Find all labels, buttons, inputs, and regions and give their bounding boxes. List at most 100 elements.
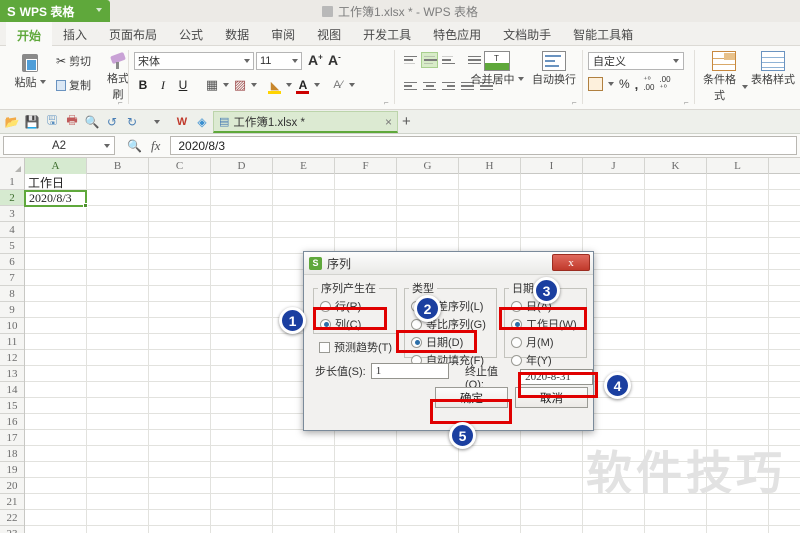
row-header-19[interactable]: 19 xyxy=(0,462,24,478)
ribbon-tab-5[interactable]: 审阅 xyxy=(260,22,306,46)
copy-button[interactable]: 复制 xyxy=(56,77,91,93)
align-middle-button[interactable] xyxy=(421,52,438,68)
align-center-button[interactable] xyxy=(421,78,438,94)
row-header-14[interactable]: 14 xyxy=(0,382,24,398)
ribbon-tab-6[interactable]: 视图 xyxy=(306,22,352,46)
clear-format-chevron-down-icon[interactable] xyxy=(349,83,355,87)
step-value-input[interactable]: 1 xyxy=(370,363,449,379)
font-size-select[interactable]: 11 xyxy=(256,52,302,70)
font-dialog-launcher-icon[interactable]: ⌐ xyxy=(384,98,389,107)
increase-font-size-button[interactable]: A+ xyxy=(308,52,323,68)
row-header-11[interactable]: 11 xyxy=(0,334,24,350)
new-document-tab-button[interactable]: + xyxy=(402,113,411,130)
cell-A2[interactable]: 2020/8/3 xyxy=(26,191,84,206)
ribbon-tab-7[interactable]: 开发工具 xyxy=(352,22,422,46)
borders-chevron-down-icon[interactable] xyxy=(223,83,229,87)
row-header-3[interactable]: 3 xyxy=(0,206,24,222)
row-header-21[interactable]: 21 xyxy=(0,494,24,510)
column-header-F[interactable]: F xyxy=(335,158,397,174)
row-header-17[interactable]: 17 xyxy=(0,430,24,446)
ribbon-tab-4[interactable]: 数据 xyxy=(214,22,260,46)
clipboard-dialog-launcher-icon[interactable]: ⌐ xyxy=(118,98,123,107)
row-header-4[interactable]: 4 xyxy=(0,222,24,238)
percent-style-button[interactable]: % xyxy=(619,77,630,91)
font-family-chevron-down-icon[interactable] xyxy=(244,59,250,63)
formula-input[interactable]: 2020/8/3 xyxy=(170,136,797,155)
select-all-corner[interactable] xyxy=(0,158,25,174)
table-style-button[interactable]: 表格样式 xyxy=(750,50,796,87)
column-header-L[interactable]: L xyxy=(707,158,769,174)
ribbon-tab-0[interactable]: 开始 xyxy=(6,22,53,46)
radio-date-month[interactable]: 月(M) xyxy=(511,334,586,350)
ribbon-tab-2[interactable]: 页面布局 xyxy=(98,22,168,46)
cell-A1[interactable]: 工作日 xyxy=(25,174,86,190)
paste-button[interactable]: 粘贴 xyxy=(8,50,52,90)
column-header-B[interactable]: B xyxy=(87,158,149,174)
row-header-10[interactable]: 10 xyxy=(0,318,24,334)
column-header-C[interactable]: C xyxy=(149,158,211,174)
align-left-button[interactable] xyxy=(402,78,419,94)
merge-center-chevron-down-icon[interactable] xyxy=(517,77,524,81)
italic-button[interactable]: I xyxy=(154,76,172,94)
row-header-6[interactable]: 6 xyxy=(0,254,24,270)
wps-writer-icon[interactable]: W xyxy=(174,114,190,130)
align-right-button[interactable] xyxy=(440,78,457,94)
row-header-15[interactable]: 15 xyxy=(0,398,24,414)
clear-format-button[interactable]: A⁄ xyxy=(329,76,347,94)
row-header-8[interactable]: 8 xyxy=(0,286,24,302)
currency-chevron-down-icon[interactable] xyxy=(608,82,614,86)
print-icon[interactable]: 🖶 xyxy=(64,113,80,130)
wps-logo[interactable]: S WPS 表格 xyxy=(0,0,110,22)
open-icon[interactable]: 📂 xyxy=(4,114,20,130)
trend-checkbox[interactable]: 预测趋势(T) xyxy=(319,339,392,355)
font-size-chevron-down-icon[interactable] xyxy=(292,59,298,63)
column-header-J[interactable]: J xyxy=(583,158,645,174)
column-header-G[interactable]: G xyxy=(397,158,459,174)
undo-icon[interactable]: ↺ xyxy=(104,114,120,130)
comma-style-button[interactable]: , xyxy=(635,77,639,92)
currency-icon[interactable] xyxy=(588,77,603,91)
font-color-button[interactable]: A xyxy=(294,76,312,94)
row-header-5[interactable]: 5 xyxy=(0,238,24,254)
name-box[interactable]: A2 xyxy=(3,136,115,155)
row-header-2[interactable]: 2 xyxy=(0,190,24,206)
align-top-button[interactable] xyxy=(402,52,419,68)
decrease-decimal-button[interactable]: .00 ⁺⁰ xyxy=(659,76,670,92)
column-header-H[interactable]: H xyxy=(459,158,521,174)
cell-style-button[interactable]: ▨ xyxy=(231,76,249,94)
column-header-K[interactable]: K xyxy=(645,158,707,174)
ribbon-tab-10[interactable]: 智能工具箱 xyxy=(562,22,644,46)
save-as-icon[interactable]: 🖫 xyxy=(44,113,60,130)
document-tab-close-icon[interactable]: × xyxy=(385,115,392,129)
row-header-12[interactable]: 12 xyxy=(0,350,24,366)
bold-button[interactable]: B xyxy=(134,76,152,94)
number-format-chevron-down-icon[interactable] xyxy=(673,59,679,63)
redo-icon[interactable]: ↻ xyxy=(124,114,140,130)
cut-button[interactable]: ✂ 剪切 xyxy=(56,53,91,69)
wrap-text-button[interactable]: 自动换行 xyxy=(528,50,580,87)
print-preview-icon[interactable]: 🔍 xyxy=(84,114,100,130)
row-header-1[interactable]: 1 xyxy=(0,174,24,190)
fill-color-button[interactable]: ◣ xyxy=(266,76,284,94)
row-header-18[interactable]: 18 xyxy=(0,446,24,462)
underline-button[interactable]: U xyxy=(174,76,192,94)
row-header-20[interactable]: 20 xyxy=(0,478,24,494)
ribbon-tab-8[interactable]: 特色应用 xyxy=(422,22,492,46)
number-dialog-launcher-icon[interactable]: ⌐ xyxy=(684,98,689,107)
ribbon-tab-3[interactable]: 公式 xyxy=(168,22,214,46)
row-header-7[interactable]: 7 xyxy=(0,270,24,286)
increase-decimal-button[interactable]: ⁺⁰ .00 xyxy=(643,76,654,92)
document-tab[interactable]: ▤ 工作簿1.xlsx * × xyxy=(213,111,398,133)
borders-button[interactable]: ▦ xyxy=(203,76,221,94)
merge-center-button[interactable]: T 合并居中 xyxy=(470,50,524,87)
ribbon-tab-9[interactable]: 文档助手 xyxy=(492,22,562,46)
font-family-select[interactable]: 宋体 xyxy=(134,52,254,70)
insert-function-icon[interactable]: fx xyxy=(151,138,160,154)
search-function-icon[interactable]: 🔍 xyxy=(127,139,142,153)
column-header-I[interactable]: I xyxy=(521,158,583,174)
column-header-A[interactable]: A xyxy=(25,158,87,174)
series-dialog-close-icon[interactable]: x xyxy=(552,254,590,271)
number-format-select[interactable]: 自定义 xyxy=(588,52,684,70)
row-header-13[interactable]: 13 xyxy=(0,366,24,382)
conditional-format-button[interactable]: 条件格式 xyxy=(700,50,748,103)
